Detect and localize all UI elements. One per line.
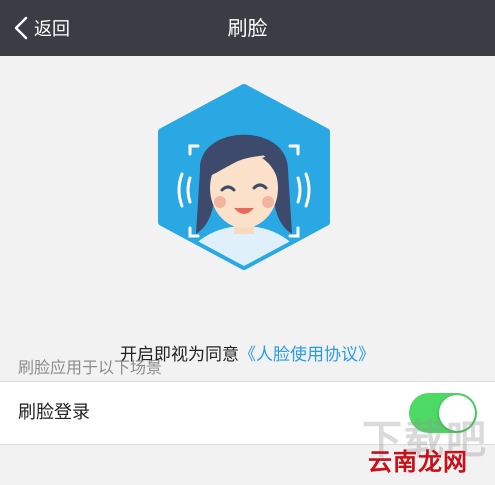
face-scan-avatar-icon	[156, 84, 332, 270]
watermark-text: 云南龙网	[368, 448, 468, 476]
face-login-toggle[interactable]	[409, 393, 477, 433]
page-title: 刷脸	[227, 16, 268, 40]
face-hero: 开启即视为同意《人脸使用协议》	[0, 56, 495, 365]
face-login-row: 刷脸登录	[0, 381, 495, 445]
face-login-label: 刷脸登录	[18, 402, 90, 423]
back-button[interactable]: 返回	[14, 0, 70, 56]
nav-bar: 返回 刷脸	[0, 0, 495, 56]
chevron-left-icon	[14, 16, 28, 40]
toggle-knob	[439, 395, 475, 431]
section-header: 刷脸应用于以下场景	[18, 358, 163, 377]
back-label: 返回	[34, 19, 70, 40]
face-agreement-link[interactable]: 《人脸使用协议》	[239, 345, 375, 365]
